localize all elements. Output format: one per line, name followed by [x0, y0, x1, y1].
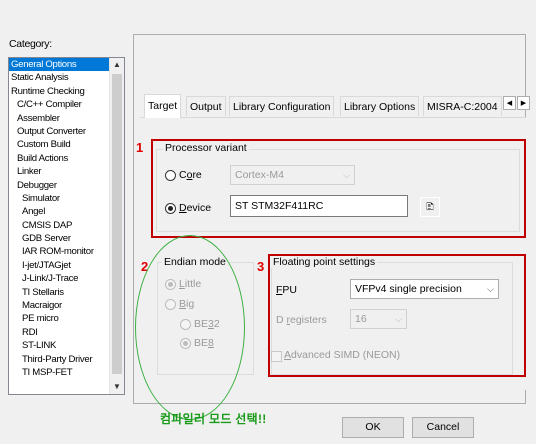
category-item[interactable]: ST-LINK [9, 339, 109, 352]
tab-scroll-left-icon[interactable]: ◀ [503, 96, 516, 110]
category-list[interactable]: General Options Static Analysis Runtime Ch… [8, 57, 125, 395]
core-label[interactable]: Core [179, 169, 202, 181]
advanced-simd-checkbox[interactable] [271, 351, 282, 362]
cancel-button[interactable]: Cancel [412, 417, 474, 438]
category-item[interactable]: Assembler [9, 112, 109, 125]
category-item[interactable]: General Options [9, 58, 109, 72]
category-item[interactable]: GDB Server [9, 232, 109, 245]
category-item[interactable]: Macraigor [9, 299, 109, 312]
category-item[interactable]: Output Converter [9, 125, 109, 138]
floating-point-title: Floating point settings [271, 256, 378, 268]
category-item[interactable]: RDI [9, 326, 109, 339]
category-item[interactable]: CMSIS DAP [9, 219, 109, 232]
category-label: Category: [9, 38, 52, 50]
core-radio[interactable] [165, 170, 176, 181]
tab-output[interactable]: Output [186, 96, 226, 116]
category-item[interactable]: Static Analysis [9, 71, 109, 84]
scroll-up-icon[interactable]: ▲ [110, 58, 124, 72]
category-item[interactable]: Build Actions [9, 152, 109, 165]
category-item[interactable]: Angel [9, 205, 109, 218]
annotation-ellipse-endian [135, 235, 245, 420]
core-select: Cortex-M4 ⌵ [230, 165, 355, 185]
category-item[interactable]: Debugger [9, 179, 109, 192]
category-item[interactable]: J-Link/J-Trace [9, 272, 109, 285]
processor-variant-title: Processor variant [163, 142, 249, 154]
category-item[interactable]: I-jet/JTAGjet [9, 259, 109, 272]
fpu-select[interactable]: VFPv4 single precision ⌵ [350, 279, 499, 299]
category-item[interactable]: Simulator [9, 192, 109, 205]
category-item[interactable]: Linker [9, 165, 109, 178]
annotation-number-3: 3 [257, 259, 265, 274]
chevron-down-icon: ⌵ [487, 284, 494, 294]
d-registers-label: D registers [276, 314, 327, 326]
processor-variant-group [156, 149, 520, 232]
annotation-number-1: 1 [136, 140, 144, 155]
ok-button[interactable]: OK [342, 417, 404, 438]
d-registers-select: 16 ⌵ [350, 309, 407, 329]
category-item[interactable]: Third-Party Driver [9, 353, 109, 366]
device-radio[interactable] [165, 203, 176, 214]
category-item[interactable]: C/C++ Compiler [9, 98, 109, 111]
category-scrollbar[interactable]: ▲ ▼ [109, 58, 124, 394]
category-item[interactable]: Custom Build [9, 138, 109, 151]
category-item[interactable]: TI Stellaris [9, 286, 109, 299]
category-item[interactable]: IAR ROM-monitor [9, 245, 109, 258]
device-label[interactable]: Device [179, 202, 211, 214]
advanced-simd-label: Advanced SIMD (NEON) [284, 349, 401, 361]
category-item[interactable]: PE micro [9, 312, 109, 325]
category-item[interactable]: TI MSP-FET [9, 366, 109, 379]
category-items: General Options Static Analysis Runtime Ch… [9, 58, 109, 379]
annotation-note: 컴파일러 모드 선택!! [160, 412, 267, 426]
chevron-down-icon: ⌵ [343, 170, 350, 180]
tab-misra-c-2004[interactable]: MISRA-C:2004 [423, 96, 502, 116]
fpu-label: FPU [276, 284, 298, 296]
device-browse-icon[interactable]: 🗈 [420, 197, 440, 217]
tab-scroll-right-icon[interactable]: ▶ [517, 96, 530, 110]
scroll-thumb[interactable] [112, 74, 122, 374]
tab-library-options[interactable]: Library Options [340, 96, 420, 116]
chevron-down-icon: ⌵ [395, 314, 402, 324]
tab-target[interactable]: Target [144, 94, 182, 118]
category-item[interactable]: Runtime Checking [9, 85, 109, 98]
device-field[interactable]: ST STM32F411RC [230, 195, 408, 217]
tab-library-configuration[interactable]: Library Configuration [229, 96, 335, 116]
scroll-down-icon[interactable]: ▼ [110, 380, 124, 394]
